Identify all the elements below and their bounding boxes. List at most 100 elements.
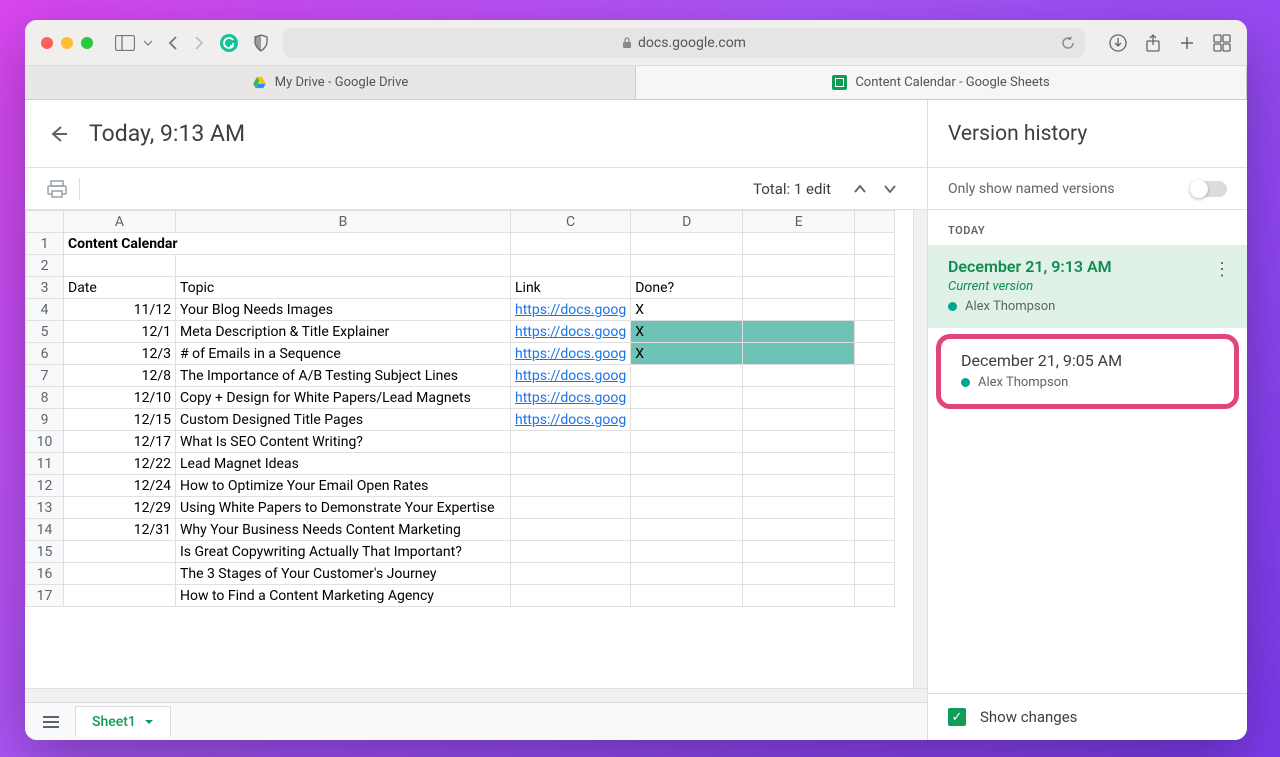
col-header[interactable]: E: [743, 211, 855, 233]
shield-icon[interactable]: [253, 34, 269, 52]
browser-tab-drive[interactable]: My Drive - Google Drive: [25, 66, 636, 99]
sheet-title-cell[interactable]: Content Calendar: [64, 233, 511, 255]
cell-link[interactable]: https://docs.goog: [511, 387, 631, 409]
cell-link[interactable]: [511, 497, 631, 519]
row-header[interactable]: 11: [26, 453, 64, 475]
cell-date[interactable]: 12/10: [64, 387, 176, 409]
row-header[interactable]: 7: [26, 365, 64, 387]
spreadsheet-grid[interactable]: A B C D E 1 Content Calendar: [25, 210, 913, 688]
row-header[interactable]: 13: [26, 497, 64, 519]
version-item-current[interactable]: December 21, 9:13 AM Current version Ale…: [928, 245, 1247, 328]
cell-date[interactable]: [64, 563, 176, 585]
cell[interactable]: [855, 387, 895, 409]
downloads-icon[interactable]: [1109, 34, 1127, 52]
cell[interactable]: [855, 365, 895, 387]
col-header[interactable]: A: [64, 211, 176, 233]
prev-edit-button[interactable]: [845, 179, 875, 199]
cell[interactable]: [855, 431, 895, 453]
next-edit-button[interactable]: [875, 179, 905, 199]
cell-topic[interactable]: Is Great Copywriting Actually That Impor…: [176, 541, 511, 563]
cell[interactable]: [743, 343, 855, 365]
cell-done[interactable]: [631, 563, 743, 585]
col-header[interactable]: B: [176, 211, 511, 233]
cell-done[interactable]: [631, 475, 743, 497]
print-icon[interactable]: [47, 180, 67, 198]
cell-topic[interactable]: # of Emails in a Sequence: [176, 343, 511, 365]
cell-topic[interactable]: Why Your Business Needs Content Marketin…: [176, 519, 511, 541]
cell-done[interactable]: X: [631, 321, 743, 343]
cell-date[interactable]: 12/24: [64, 475, 176, 497]
row-header[interactable]: 9: [26, 409, 64, 431]
header-done[interactable]: Done?: [631, 277, 743, 299]
cell-date[interactable]: 12/29: [64, 497, 176, 519]
header-topic[interactable]: Topic: [176, 277, 511, 299]
row-header[interactable]: 4: [26, 299, 64, 321]
cell[interactable]: [855, 409, 895, 431]
nav-forward-button[interactable]: [193, 35, 205, 51]
cell-link[interactable]: [511, 563, 631, 585]
cell[interactable]: [743, 497, 855, 519]
row-header[interactable]: 1: [26, 233, 64, 255]
cell-topic[interactable]: How to Optimize Your Email Open Rates: [176, 475, 511, 497]
share-icon[interactable]: [1145, 34, 1161, 52]
cell-topic[interactable]: Using White Papers to Demonstrate Your E…: [176, 497, 511, 519]
cell-done[interactable]: [631, 431, 743, 453]
vertical-scrollbar[interactable]: [913, 210, 927, 688]
row-header[interactable]: 6: [26, 343, 64, 365]
cell-link[interactable]: https://docs.goog: [511, 343, 631, 365]
cell-link[interactable]: https://docs.goog: [511, 365, 631, 387]
header-link[interactable]: Link: [511, 277, 631, 299]
row-header[interactable]: 8: [26, 387, 64, 409]
cell-topic[interactable]: How to Find a Content Marketing Agency: [176, 585, 511, 607]
cell-topic[interactable]: Meta Description & Title Explainer: [176, 321, 511, 343]
cell-date[interactable]: [64, 585, 176, 607]
version-item[interactable]: December 21, 9:05 AM Alex Thompson: [941, 339, 1234, 404]
cell-topic[interactable]: Custom Designed Title Pages: [176, 409, 511, 431]
cell[interactable]: [743, 563, 855, 585]
cell-date[interactable]: 12/17: [64, 431, 176, 453]
select-all-corner[interactable]: [26, 211, 64, 233]
cell-link[interactable]: [511, 431, 631, 453]
cell-date[interactable]: 12/22: [64, 453, 176, 475]
cell[interactable]: [743, 453, 855, 475]
cell-date[interactable]: 12/1: [64, 321, 176, 343]
cell-date[interactable]: 12/15: [64, 409, 176, 431]
cell[interactable]: [743, 409, 855, 431]
row-header[interactable]: 2: [26, 255, 64, 277]
cell-date[interactable]: 12/8: [64, 365, 176, 387]
row-header[interactable]: 14: [26, 519, 64, 541]
sidebar-toggle-icon[interactable]: [115, 35, 135, 51]
row-header[interactable]: 12: [26, 475, 64, 497]
cell-done[interactable]: [631, 519, 743, 541]
row-header[interactable]: 16: [26, 563, 64, 585]
cell-done[interactable]: X: [631, 343, 743, 365]
cell[interactable]: [743, 431, 855, 453]
cell[interactable]: [855, 453, 895, 475]
cell-topic[interactable]: Lead Magnet Ideas: [176, 453, 511, 475]
header-date[interactable]: Date: [64, 277, 176, 299]
cell-date[interactable]: [64, 541, 176, 563]
cell[interactable]: [743, 519, 855, 541]
new-tab-icon[interactable]: [1179, 34, 1195, 52]
row-header[interactable]: 17: [26, 585, 64, 607]
cell-topic[interactable]: The 3 Stages of Your Customer's Journey: [176, 563, 511, 585]
cell[interactable]: [743, 475, 855, 497]
cell-topic[interactable]: The Importance of A/B Testing Subject Li…: [176, 365, 511, 387]
col-header[interactable]: [855, 211, 895, 233]
cell-topic[interactable]: Your Blog Needs Images: [176, 299, 511, 321]
cell[interactable]: [855, 475, 895, 497]
cell[interactable]: [743, 321, 855, 343]
col-header[interactable]: D: [631, 211, 743, 233]
cell[interactable]: [855, 541, 895, 563]
cell-link[interactable]: [511, 541, 631, 563]
reload-icon[interactable]: [1061, 36, 1075, 50]
cell[interactable]: [743, 541, 855, 563]
cell[interactable]: [743, 299, 855, 321]
cell-done[interactable]: [631, 585, 743, 607]
cell-link[interactable]: https://docs.goog: [511, 299, 631, 321]
cell-done[interactable]: X: [631, 299, 743, 321]
cell-link[interactable]: [511, 519, 631, 541]
cell[interactable]: [855, 563, 895, 585]
cell[interactable]: [855, 519, 895, 541]
cell-link[interactable]: [511, 453, 631, 475]
